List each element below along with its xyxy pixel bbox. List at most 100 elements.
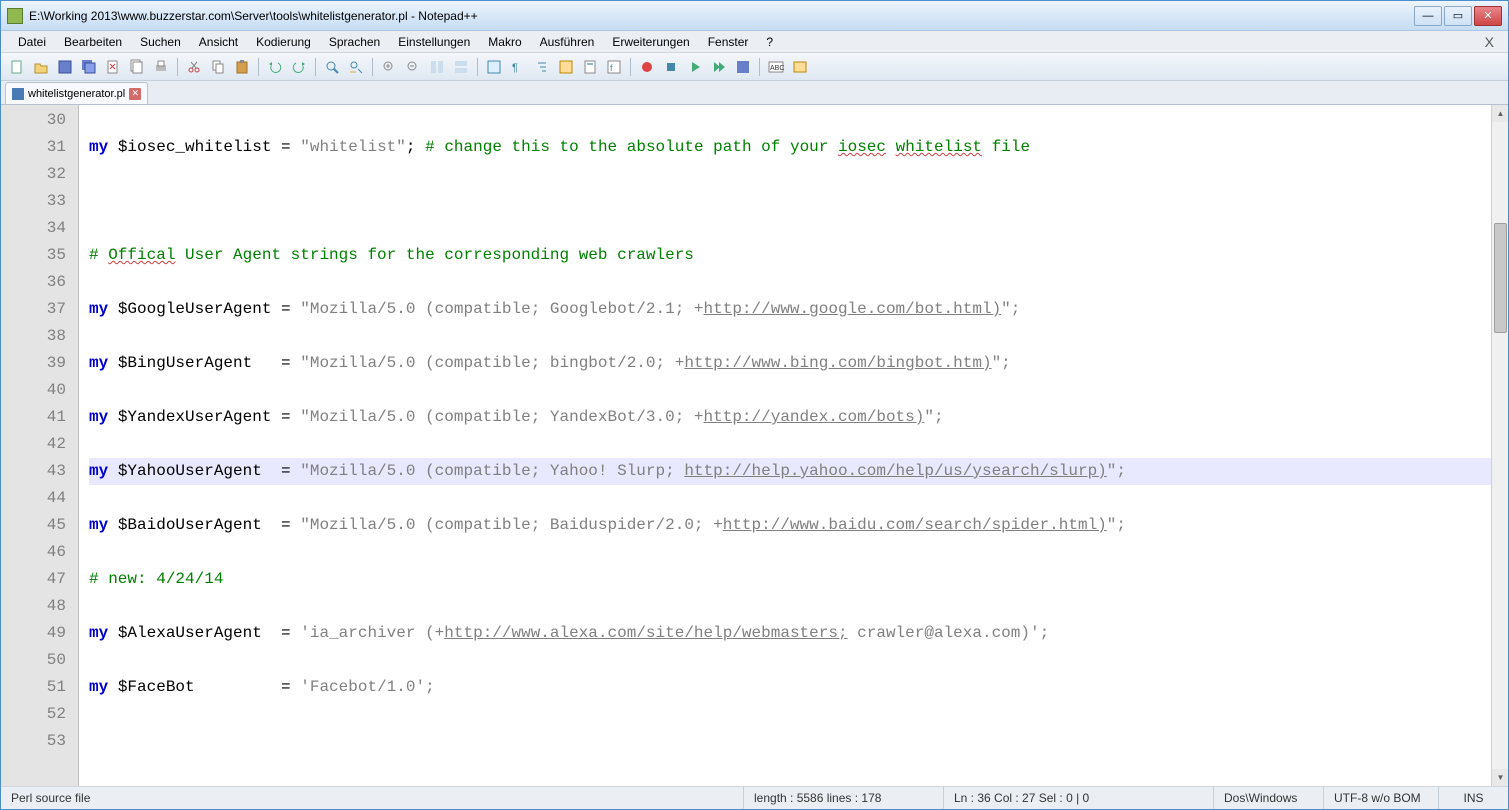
save-macro-icon[interactable]: [733, 57, 753, 77]
code-line: # Offical User Agent strings for the cor…: [89, 242, 1491, 269]
close-button[interactable]: ✕: [1474, 6, 1502, 26]
code-line: [89, 728, 1491, 755]
app-window: E:\Working 2013\www.buzzerstar.com\Serve…: [0, 0, 1509, 810]
menu-einstellungen[interactable]: Einstellungen: [389, 32, 479, 52]
menu-kodierung[interactable]: Kodierung: [247, 32, 320, 52]
cut-icon[interactable]: [184, 57, 204, 77]
line-number: 43: [1, 458, 78, 485]
status-encoding: UTF-8 w/o BOM: [1324, 787, 1439, 809]
code-line: my $BaidoUserAgent = "Mozilla/5.0 (compa…: [89, 512, 1491, 539]
play-macro-icon[interactable]: [685, 57, 705, 77]
vertical-scrollbar[interactable]: ▲ ▼: [1491, 105, 1508, 786]
close-all-icon[interactable]: [127, 57, 147, 77]
code-area[interactable]: my $iosec_whitelist = "whitelist"; # cha…: [79, 105, 1491, 786]
sync-hscroll-icon[interactable]: [451, 57, 471, 77]
line-number: 34: [1, 215, 78, 242]
spellcheck-icon[interactable]: ABC: [766, 57, 786, 77]
line-number: 41: [1, 404, 78, 431]
replace-icon[interactable]: [346, 57, 366, 77]
status-eol: Dos\Windows: [1214, 787, 1324, 809]
line-number: 47: [1, 566, 78, 593]
line-number: 42: [1, 431, 78, 458]
print-icon[interactable]: [151, 57, 171, 77]
toolbar-sep: [630, 58, 631, 76]
new-file-icon[interactable]: [7, 57, 27, 77]
tab-close-icon[interactable]: ✕: [129, 88, 141, 100]
menu-fenster[interactable]: Fenster: [699, 32, 758, 52]
stop-macro-icon[interactable]: [661, 57, 681, 77]
indent-guide-icon[interactable]: [532, 57, 552, 77]
line-number: 52: [1, 701, 78, 728]
line-number: 38: [1, 323, 78, 350]
line-number: 31: [1, 134, 78, 161]
menubar-close-icon[interactable]: X: [1479, 32, 1500, 52]
app-icon: [7, 8, 23, 24]
code-line: # new: 4/24/14: [89, 566, 1491, 593]
udl-icon[interactable]: [556, 57, 576, 77]
undo-icon[interactable]: [265, 57, 285, 77]
menubar: Datei Bearbeiten Suchen Ansicht Kodierun…: [1, 31, 1508, 53]
line-number: 36: [1, 269, 78, 296]
file-tab[interactable]: whitelistgenerator.pl ✕: [5, 82, 148, 104]
line-number: 40: [1, 377, 78, 404]
doc-map-icon[interactable]: [580, 57, 600, 77]
find-icon[interactable]: [322, 57, 342, 77]
menu-bearbeiten[interactable]: Bearbeiten: [55, 32, 131, 52]
line-number: 53: [1, 728, 78, 755]
code-line: $UA{$GoogleUserAgent} = $GoogleUserAgent…: [89, 782, 1491, 786]
toolbar-sep: [372, 58, 373, 76]
record-macro-icon[interactable]: [637, 57, 657, 77]
sync-vscroll-icon[interactable]: [427, 57, 447, 77]
minimize-button[interactable]: —: [1414, 6, 1442, 26]
wordwrap-icon[interactable]: [484, 57, 504, 77]
menu-datei[interactable]: Datei: [9, 32, 55, 52]
editor: 30 31 32 33 34 35 36 37 38 39 40 41 42 4…: [1, 105, 1508, 787]
code-line: my $GoogleUserAgent = "Mozilla/5.0 (comp…: [89, 296, 1491, 323]
spellcheck-next-icon[interactable]: [790, 57, 810, 77]
status-mode: INS: [1439, 787, 1508, 809]
menu-erweiterungen[interactable]: Erweiterungen: [603, 32, 698, 52]
toolbar-sep: [759, 58, 760, 76]
zoom-in-icon[interactable]: [379, 57, 399, 77]
close-file-icon[interactable]: [103, 57, 123, 77]
scroll-down-icon[interactable]: ▼: [1492, 769, 1508, 786]
open-file-icon[interactable]: [31, 57, 51, 77]
status-stats: length : 5586 lines : 178: [744, 787, 944, 809]
function-list-icon[interactable]: f: [604, 57, 624, 77]
zoom-out-icon[interactable]: [403, 57, 423, 77]
copy-icon[interactable]: [208, 57, 228, 77]
titlebar[interactable]: E:\Working 2013\www.buzzerstar.com\Serve…: [1, 1, 1508, 31]
code-line: my $YandexUserAgent = "Mozilla/5.0 (comp…: [89, 404, 1491, 431]
code-line: my $AlexaUserAgent = 'ia_archiver (+http…: [89, 620, 1491, 647]
menu-sprachen[interactable]: Sprachen: [320, 32, 389, 52]
menu-help[interactable]: ?: [757, 32, 782, 52]
line-number: 48: [1, 593, 78, 620]
menu-suchen[interactable]: Suchen: [131, 32, 190, 52]
line-number: 44: [1, 485, 78, 512]
menu-ansicht[interactable]: Ansicht: [190, 32, 247, 52]
status-position: Ln : 36 Col : 27 Sel : 0 | 0: [944, 787, 1214, 809]
line-number: 37: [1, 296, 78, 323]
toolbar: ¶ f ABC: [1, 53, 1508, 81]
file-tab-label: whitelistgenerator.pl: [28, 88, 125, 100]
window-controls: — ▭ ✕: [1414, 6, 1502, 26]
line-number: 45: [1, 512, 78, 539]
save-all-icon[interactable]: [79, 57, 99, 77]
maximize-button[interactable]: ▭: [1444, 6, 1472, 26]
code-line: my $iosec_whitelist = "whitelist"; # cha…: [89, 134, 1491, 161]
scroll-up-icon[interactable]: ▲: [1492, 105, 1508, 122]
menu-makro[interactable]: Makro: [479, 32, 530, 52]
paste-icon[interactable]: [232, 57, 252, 77]
save-icon[interactable]: [55, 57, 75, 77]
line-number: 46: [1, 539, 78, 566]
menu-ausfuehren[interactable]: Ausführen: [531, 32, 604, 52]
show-all-chars-icon[interactable]: ¶: [508, 57, 528, 77]
line-number: 30: [1, 107, 78, 134]
scroll-thumb[interactable]: [1494, 223, 1507, 333]
code-line: [89, 188, 1491, 215]
play-multi-icon[interactable]: [709, 57, 729, 77]
toolbar-sep: [477, 58, 478, 76]
line-number: 49: [1, 620, 78, 647]
line-number: 50: [1, 647, 78, 674]
redo-icon[interactable]: [289, 57, 309, 77]
